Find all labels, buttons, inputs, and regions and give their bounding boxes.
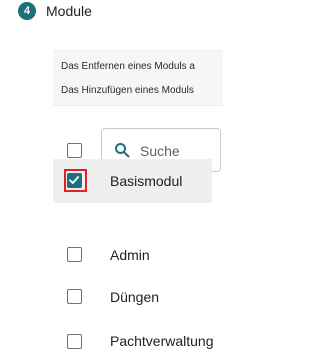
- module-label: Admin: [110, 247, 150, 263]
- step-title: Module: [46, 3, 92, 19]
- module-label: Düngen: [110, 289, 160, 305]
- step-header: 4 Module: [0, 0, 212, 26]
- info-text-remove: Das Entfernen eines Moduls a: [61, 61, 195, 72]
- info-panel: Das Entfernen eines Moduls a Das Hinzufü…: [53, 50, 223, 106]
- step-number-badge: 4: [18, 2, 36, 20]
- search-input[interactable]: [140, 141, 220, 161]
- module-checkbox-duengen[interactable]: [67, 289, 82, 304]
- module-checkbox-admin[interactable]: [67, 247, 82, 262]
- select-all-checkbox[interactable]: [67, 143, 82, 158]
- module-checkbox-pachtverwaltung[interactable]: [67, 334, 82, 349]
- module-checkbox-basismodul[interactable]: [67, 173, 82, 188]
- info-text-add: Das Hinzufügen eines Moduls: [61, 85, 194, 96]
- module-label: Basismodul: [110, 173, 183, 189]
- module-label: Pachtverwaltung: [110, 333, 214, 349]
